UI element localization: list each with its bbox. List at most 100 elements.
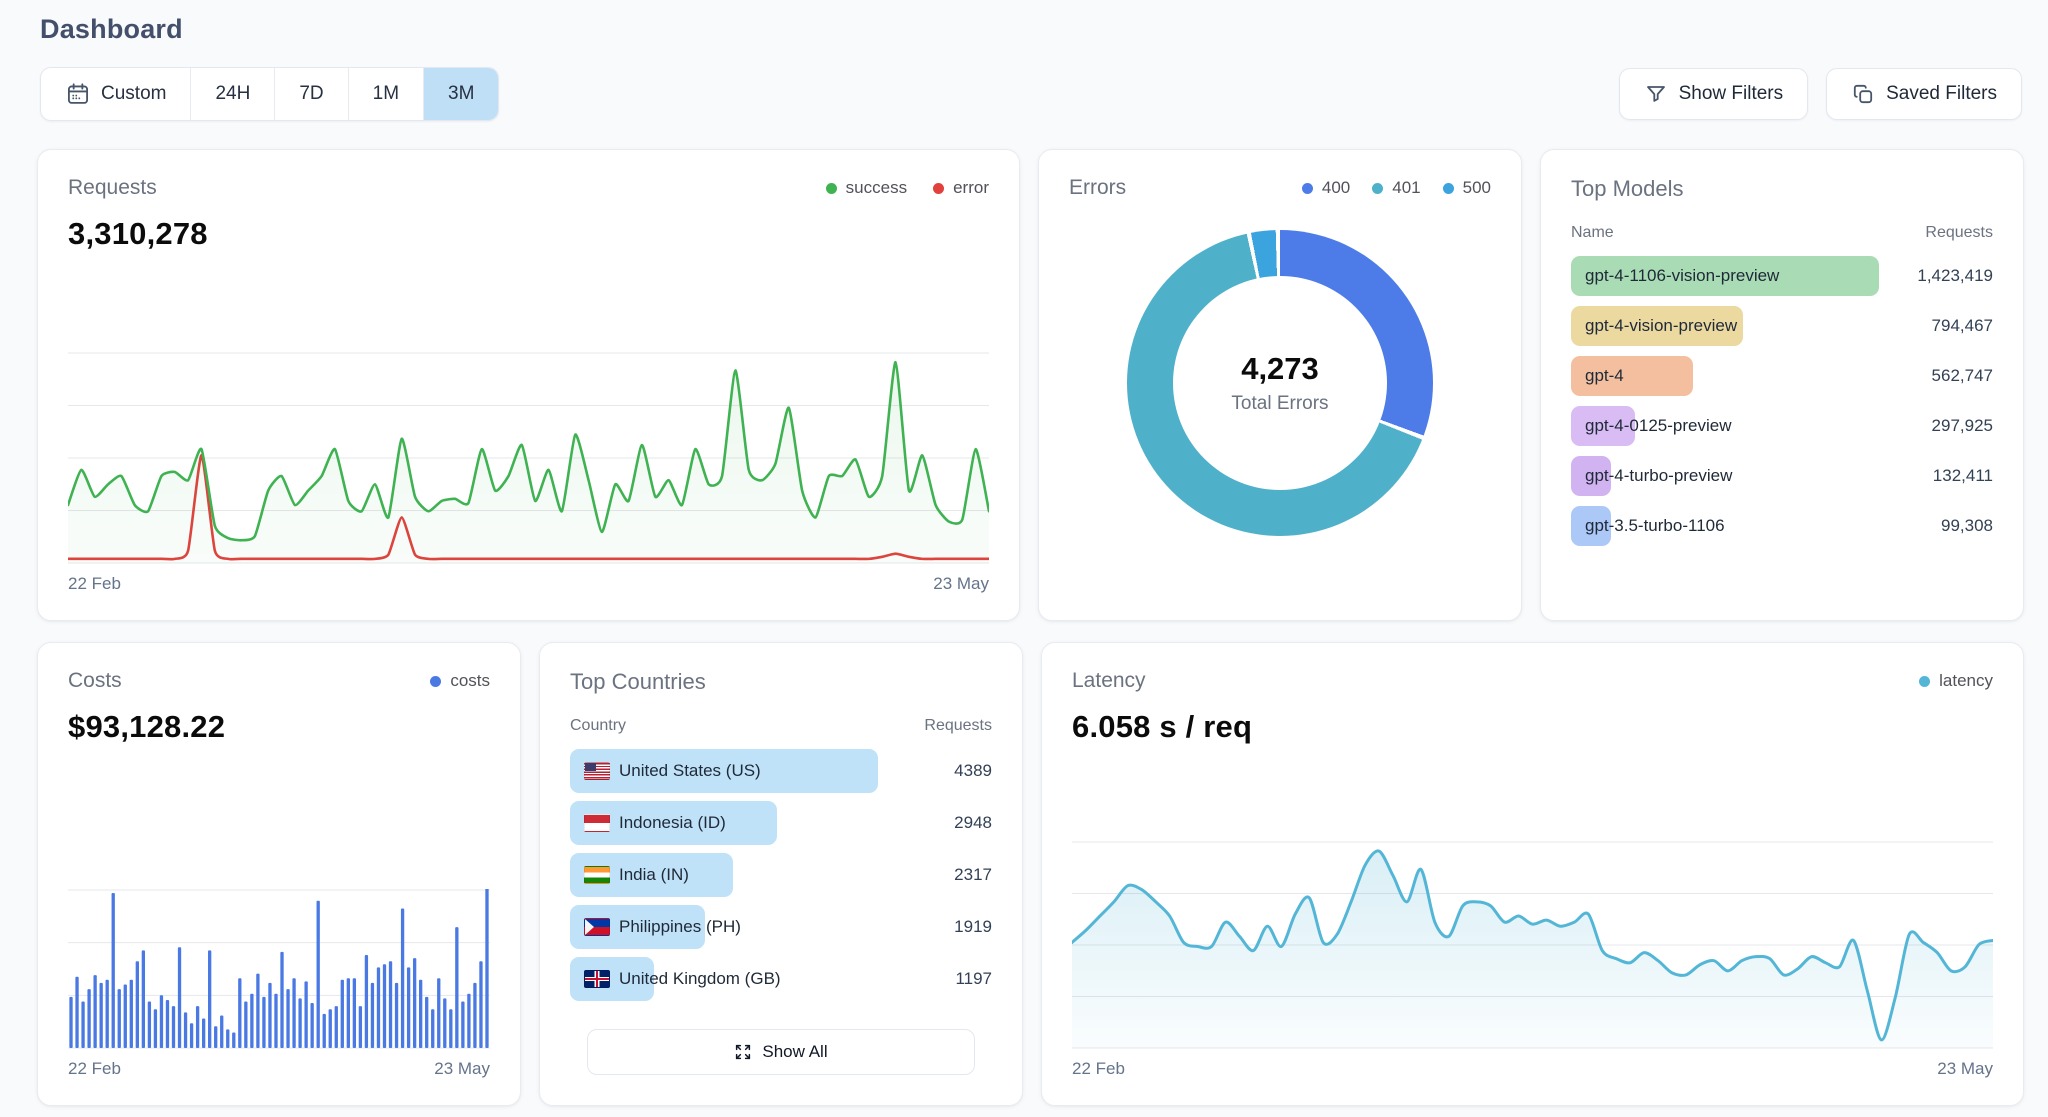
philippines-flag-icon (584, 918, 610, 936)
errors-card: Errors 400 401 500 (1038, 149, 1522, 621)
x-axis-start-label: 22 Feb (68, 1059, 121, 1079)
model-requests: 794,467 (1932, 316, 1993, 336)
costs-bar-chart[interactable] (68, 889, 490, 1049)
costs-card: Costs costs $93,128.22 22 Feb 23 May (37, 642, 521, 1106)
costs-total-value: $93,128.22 (68, 709, 490, 745)
legend-item-500: 500 (1443, 178, 1491, 198)
requests-card-title: Requests (68, 176, 157, 200)
top-models-card: Top Models Name Requests gpt-4-1106-visi… (1540, 149, 2024, 621)
costs-legend-dot (430, 676, 441, 687)
requests-card: Requests success error 3,310,278 22 Feb (37, 149, 1020, 621)
table-row[interactable]: United States (US) 4389 (570, 749, 992, 793)
latency-area-chart[interactable] (1072, 841, 1993, 1049)
country-name: United States (US) (570, 761, 761, 781)
requests-line-chart[interactable] (68, 352, 989, 564)
legend-item-success: success (826, 178, 907, 198)
model-requests: 1,423,419 (1917, 266, 1993, 286)
legend-item-latency: latency (1919, 671, 1993, 691)
country-requests: 2317 (954, 865, 992, 885)
indonesia-flag-icon (584, 814, 610, 832)
saved-filters-button[interactable]: Saved Filters (1826, 68, 2022, 120)
united-kingdom-flag-icon (584, 970, 610, 988)
country-name: India (IN) (570, 865, 689, 885)
table-row[interactable]: gpt-4 562,747 (1571, 356, 1993, 396)
top-countries-card: Top Countries Country Requests United St… (539, 642, 1023, 1106)
errors-legend: 400 401 500 (1302, 178, 1491, 198)
model-name: gpt-4-vision-preview (1571, 316, 1737, 336)
copy-icon (1851, 82, 1875, 106)
latency-x-axis: 22 Feb 23 May (1072, 1059, 1993, 1079)
calendar-icon (65, 81, 91, 107)
x-axis-start-label: 22 Feb (1072, 1059, 1125, 1079)
show-all-button[interactable]: Show All (587, 1029, 975, 1075)
table-row[interactable]: gpt-4-vision-preview 794,467 (1571, 306, 1993, 346)
funnel-icon (1644, 82, 1668, 106)
saved-filters-label: Saved Filters (1886, 83, 1997, 105)
time-filter-24h[interactable]: 24H (190, 68, 274, 120)
status-401-legend-dot (1372, 183, 1383, 194)
requests-x-axis: 22 Feb 23 May (68, 574, 989, 594)
time-filter-custom-label: Custom (101, 83, 166, 105)
time-filter-custom[interactable]: Custom (41, 68, 190, 120)
status-500-legend-dot (1443, 183, 1454, 194)
donut-center: 4,273 Total Errors (1127, 230, 1433, 536)
costs-x-axis: 22 Feb 23 May (68, 1059, 490, 1079)
top-countries-title: Top Countries (570, 669, 706, 695)
x-axis-end-label: 23 May (434, 1059, 490, 1079)
latency-card: Latency latency 6.058 s / req 22 Feb 23 … (1041, 642, 2024, 1106)
status-400-legend-dot (1302, 183, 1313, 194)
latency-average-value: 6.058 s / req (1072, 709, 1993, 745)
toolbar: Custom 24H 7D 1M 3M Show Filters (0, 45, 2048, 121)
country-requests: 1919 (954, 917, 992, 937)
model-requests: 297,925 (1932, 416, 1993, 436)
errors-card-title: Errors (1069, 176, 1126, 200)
x-axis-end-label: 23 May (933, 574, 989, 594)
country-name: Philippines (PH) (570, 917, 741, 937)
legend-item-costs: costs (430, 671, 490, 691)
model-name: gpt-4 (1571, 366, 1624, 386)
costs-card-title: Costs (68, 669, 122, 693)
show-filters-button[interactable]: Show Filters (1619, 68, 1809, 120)
country-name: United Kingdom (GB) (570, 969, 781, 989)
total-errors-label: Total Errors (1231, 393, 1328, 415)
model-requests: 132,411 (1933, 466, 1993, 486)
table-row[interactable]: gpt-4-0125-preview 297,925 (1571, 406, 1993, 446)
column-header-name: Name (1571, 224, 1614, 242)
model-name: gpt-4-1106-vision-preview (1571, 266, 1779, 286)
time-filter-7d[interactable]: 7D (274, 68, 347, 120)
requests-total-value: 3,310,278 (68, 216, 989, 252)
table-row[interactable]: India (IN) 2317 (570, 853, 992, 897)
india-flag-icon (584, 866, 610, 884)
time-filter-1m[interactable]: 1M (348, 68, 423, 120)
error-legend-dot (933, 183, 944, 194)
time-filter-3m[interactable]: 3M (423, 68, 498, 120)
table-row[interactable]: gpt-3.5-turbo-1106 99,308 (1571, 506, 1993, 546)
toolbar-right: Show Filters Saved Filters (1619, 68, 2022, 120)
total-errors-value: 4,273 (1241, 351, 1319, 387)
top-models-header: Name Requests (1571, 224, 1993, 242)
model-requests: 562,747 (1932, 366, 1993, 386)
country-requests: 4389 (954, 761, 992, 781)
table-row[interactable]: Philippines (PH) 1919 (570, 905, 992, 949)
success-legend-dot (826, 183, 837, 194)
column-header-country: Country (570, 717, 626, 735)
column-header-requests: Requests (1925, 224, 1993, 242)
requests-legend: success error (826, 178, 989, 198)
latency-card-title: Latency (1072, 669, 1146, 693)
table-row[interactable]: gpt-4-turbo-preview 132,411 (1571, 456, 1993, 496)
country-requests: 2948 (954, 813, 992, 833)
top-models-title: Top Models (1571, 176, 1684, 202)
model-requests: 99,308 (1941, 516, 1993, 536)
country-requests: 1197 (955, 969, 992, 989)
latency-legend: latency (1919, 671, 1993, 691)
latency-legend-dot (1919, 676, 1930, 687)
table-row[interactable]: United Kingdom (GB) 1197 (570, 957, 992, 1001)
expand-icon (734, 1043, 752, 1061)
top-models-rows: gpt-4-1106-vision-preview 1,423,419 gpt-… (1571, 256, 1993, 556)
table-row[interactable]: gpt-4-1106-vision-preview 1,423,419 (1571, 256, 1993, 296)
x-axis-start-label: 22 Feb (68, 574, 121, 594)
table-row[interactable]: Indonesia (ID) 2948 (570, 801, 992, 845)
model-name: gpt-4-turbo-preview (1571, 466, 1732, 486)
errors-donut-chart[interactable]: 4,273 Total Errors (1127, 230, 1433, 536)
legend-item-error: error (933, 178, 989, 198)
